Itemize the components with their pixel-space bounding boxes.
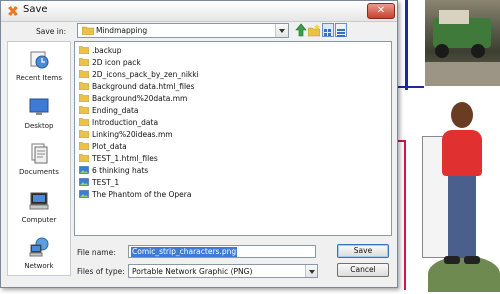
clipart-shoe <box>464 256 480 264</box>
up-folder-icon[interactable] <box>295 23 307 37</box>
image-file-icon <box>79 190 89 198</box>
file-name: Plot_data <box>92 142 127 151</box>
photo-wheel <box>471 44 485 58</box>
save-button[interactable]: Save <box>337 244 389 258</box>
documents-icon <box>31 143 48 164</box>
recent-items-icon <box>30 51 49 69</box>
file-list-item[interactable]: Linking%20ideas.mm <box>79 129 319 140</box>
file-name: 2D_icons_pack_by_zen_nikki <box>92 70 199 79</box>
list-view-icon[interactable] <box>322 23 334 37</box>
clipart-head <box>451 102 473 128</box>
save-in-dropdown[interactable]: Mindmapping <box>77 23 289 38</box>
background-blue-line <box>405 0 408 90</box>
background-red-line <box>404 140 406 290</box>
file-list-item[interactable]: Background%20data.mm <box>79 93 319 104</box>
place-desktop[interactable]: Desktop <box>8 96 70 136</box>
window-title: Save <box>23 4 48 15</box>
place-documents[interactable]: Documents <box>8 142 70 182</box>
file-name-label: File name: <box>77 248 116 257</box>
place-recent-items[interactable]: Recent Items <box>8 48 70 88</box>
clipart-pants <box>448 176 476 258</box>
place-computer[interactable]: Computer <box>8 190 70 230</box>
file-name: .backup <box>92 46 122 55</box>
file-name: 2D icon pack <box>92 58 141 67</box>
app-icon <box>8 6 18 16</box>
image-file-icon <box>79 178 89 186</box>
place-label: Recent Items <box>16 74 62 82</box>
file-list-item[interactable]: Ending_data <box>79 105 319 116</box>
title-bar[interactable]: Save ✕ <box>1 1 397 22</box>
file-name: Introduction_data <box>92 118 159 127</box>
truck-photo <box>425 0 500 86</box>
place-label: Documents <box>19 168 59 176</box>
file-type-label: Files of type: <box>77 267 125 276</box>
place-label: Network <box>24 262 54 270</box>
folder-icon <box>79 142 89 150</box>
folder-icon <box>79 70 89 78</box>
file-list-item[interactable]: Introduction_data <box>79 117 319 128</box>
save-dialog: Save ✕ Save in: Mindmapping Recent Items… <box>0 0 398 288</box>
file-type-dropdown[interactable]: Portable Network Graphic (PNG) <box>128 264 318 278</box>
place-label: Computer <box>21 216 57 224</box>
file-name-input[interactable]: Comic_strip_characters.png <box>128 245 316 258</box>
clipart-shoe <box>444 256 460 264</box>
chevron-down-icon[interactable] <box>305 265 317 277</box>
place-network[interactable]: Network <box>8 236 70 276</box>
file-name-value: Comic_strip_characters.png <box>131 247 238 257</box>
background-red-line <box>398 140 406 142</box>
photo-wheel <box>435 44 449 58</box>
file-list-item[interactable]: 2D_icons_pack_by_zen_nikki <box>79 69 319 80</box>
folder-icon <box>79 58 89 66</box>
image-file-icon <box>79 166 89 174</box>
file-list-item[interactable]: TEST_1 <box>79 177 319 188</box>
file-list-item[interactable]: 6 thinking hats <box>79 165 319 176</box>
file-list-item[interactable]: The Phantom of the Opera <box>79 189 319 200</box>
place-label: Desktop <box>24 122 54 130</box>
file-list[interactable]: .backup 2D icon pack 2D_icons_pack_by_ze… <box>74 41 392 236</box>
file-name: 6 thinking hats <box>92 166 149 175</box>
file-name: TEST_1 <box>92 178 120 187</box>
chevron-down-icon[interactable] <box>275 24 288 37</box>
file-list-item[interactable]: Background data.html_files <box>79 81 319 92</box>
woman-clipart <box>418 96 500 292</box>
places-bar: Recent Items Desktop Documents Computer … <box>7 41 71 276</box>
file-name: TEST_1.html_files <box>92 154 158 163</box>
save-in-value: Mindmapping <box>96 26 148 35</box>
file-name: Linking%20ideas.mm <box>92 130 173 139</box>
file-name: The Phantom of the Opera <box>92 190 192 199</box>
close-button[interactable]: ✕ <box>367 3 395 19</box>
folder-icon <box>79 106 89 114</box>
background-blue-line <box>398 86 424 88</box>
cancel-button[interactable]: Cancel <box>337 263 389 277</box>
desktop-icon <box>29 98 49 115</box>
file-name: Background%20data.mm <box>92 94 188 103</box>
file-name: Ending_data <box>92 106 139 115</box>
file-list-item[interactable]: .backup <box>79 45 319 56</box>
save-in-label: Save in: <box>36 27 67 36</box>
folder-icon <box>79 130 89 138</box>
folder-icon <box>79 118 89 126</box>
folder-icon <box>82 26 94 35</box>
folder-icon <box>79 82 89 90</box>
photo-track <box>425 62 500 86</box>
folder-icon <box>79 154 89 162</box>
new-folder-icon[interactable] <box>308 23 320 37</box>
details-view-icon[interactable] <box>335 23 347 37</box>
file-list-item[interactable]: TEST_1.html_files <box>79 153 319 164</box>
clipart-shirt <box>442 130 482 176</box>
file-list-item[interactable]: Plot_data <box>79 141 319 152</box>
photo-truck-cab <box>439 10 469 24</box>
network-icon <box>29 237 49 257</box>
folder-icon <box>79 46 89 54</box>
computer-icon <box>29 192 49 210</box>
folder-icon <box>79 94 89 102</box>
file-name: Background data.html_files <box>92 82 195 91</box>
file-list-item[interactable]: 2D icon pack <box>79 57 319 68</box>
file-type-value: Portable Network Graphic (PNG) <box>132 267 253 276</box>
